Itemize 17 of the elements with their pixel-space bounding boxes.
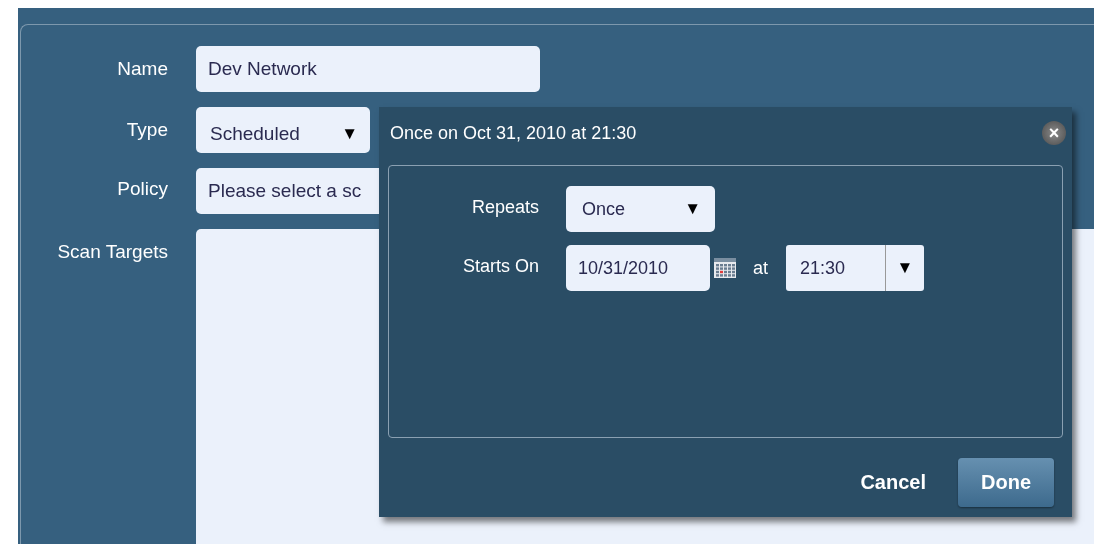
field-label: Repeats (470, 196, 539, 219)
date-field[interactable]: 10/31/2010 (566, 245, 710, 291)
calendar-icon[interactable] (714, 258, 736, 278)
dialog-title: Once on Oct 31, 2010 at 21:30 (390, 122, 637, 144)
field-label: Scan Targets (56, 240, 168, 264)
field-label: Starts On (461, 255, 539, 278)
field-label: Type (125, 118, 168, 142)
at-label: at (753, 257, 768, 279)
select-field[interactable]: Scheduled ▼ (196, 107, 370, 153)
close-button[interactable]: × (1042, 121, 1066, 145)
cancel-link[interactable]: Cancel (860, 471, 926, 494)
field-label: Name (116, 57, 168, 81)
repeats-select[interactable]: Once ▼ (566, 186, 715, 232)
text-field[interactable]: Dev Network (196, 46, 540, 92)
time-select[interactable]: 21:30 ▼ (786, 245, 924, 291)
field-label: Policy (116, 177, 168, 201)
done-button[interactable]: Done (958, 458, 1054, 507)
